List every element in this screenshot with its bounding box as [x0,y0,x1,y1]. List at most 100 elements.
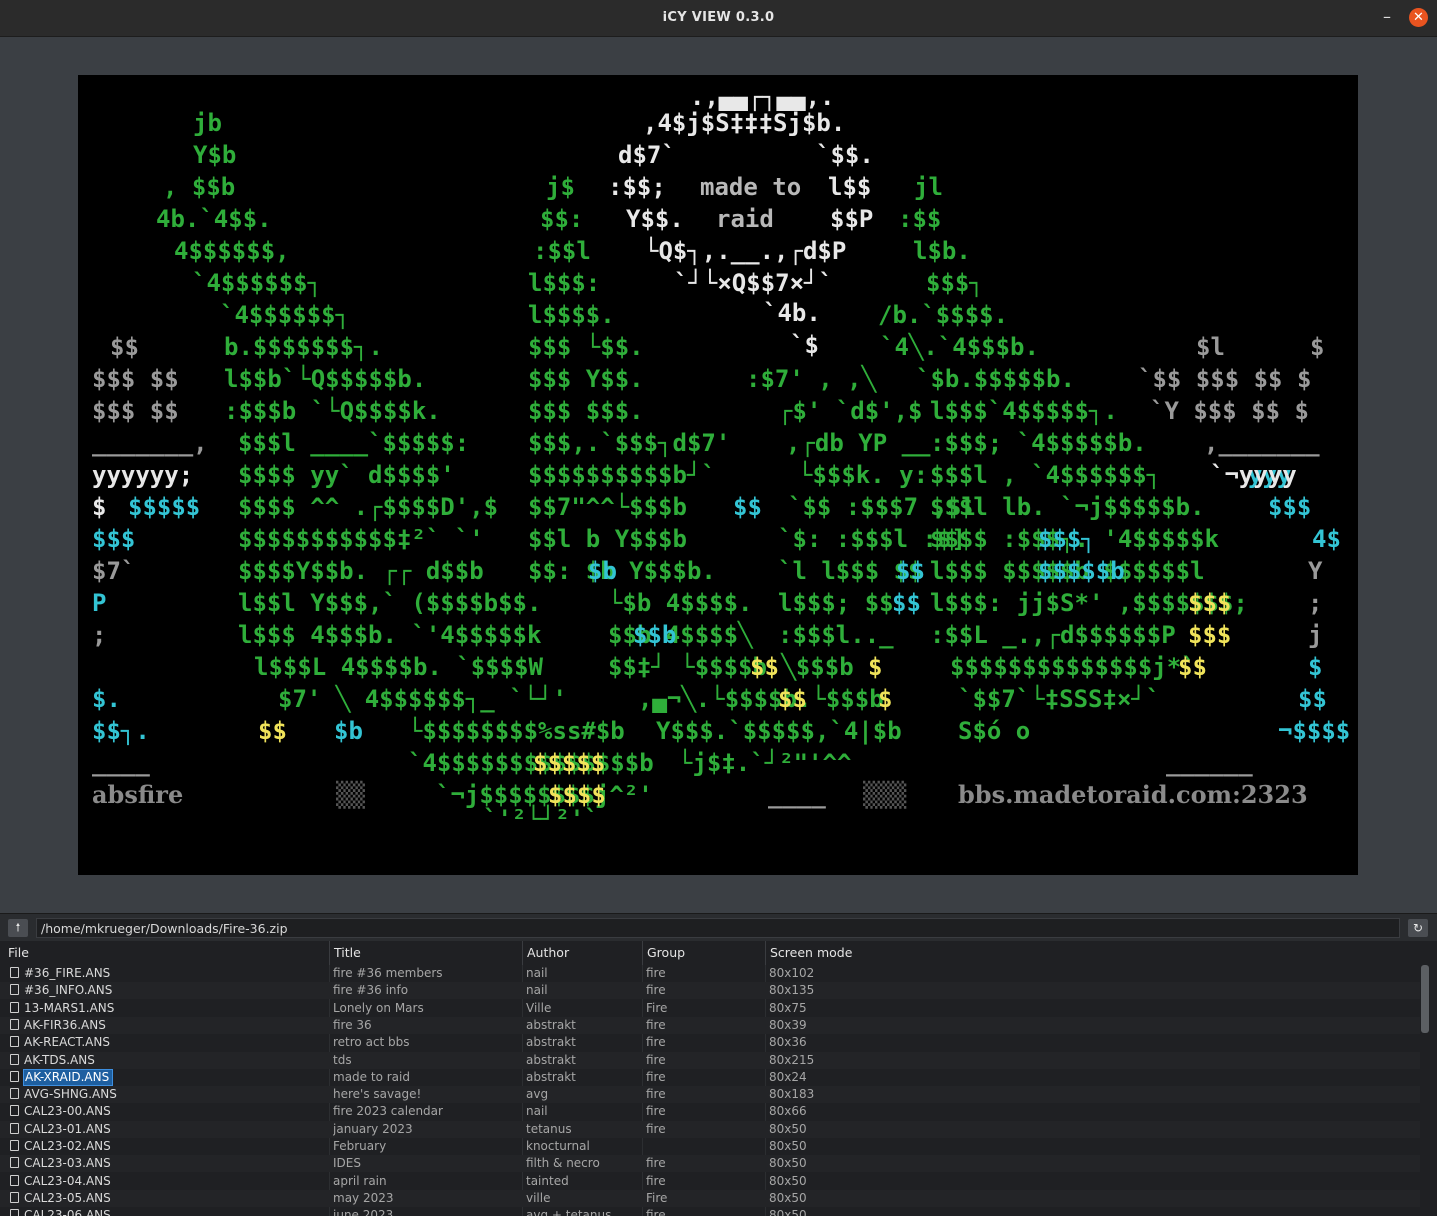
file-cell[interactable]: #36_FIRE.ANS [10,965,320,982]
ansi-art-canvas[interactable]: .,▄▄┌┐▄▄,. ,4$j$S‡‡‡Sj$b. d$7` `$$. :$$; l… [78,75,1358,875]
svg-text:└Q$┐,.__.,┌d$P: └Q$┐,.__.,┌d$P [644,236,846,266]
file-name: CAL23-06.ANS [24,1208,111,1216]
scrollbar-thumb[interactable] [1421,965,1429,1033]
svg-text:$$$$Y$$b. ┌┌ d$$b: $$$$Y$$b. ┌┌ d$$b [238,557,484,586]
file-cell[interactable]: AK-REACT.ANS [10,1034,320,1051]
file-name: CAL23-02.ANS [24,1139,111,1153]
file-cell[interactable]: CAL23-06.ANS [10,1207,320,1216]
svg-text:$$$ $$$.: $$$ $$$. [528,397,644,425]
file-cell[interactable]: AVG-SHNG.ANS [10,1086,320,1103]
file-name: AK-FIR36.ANS [24,1017,106,1032]
svg-text:S$ó o: S$ó o [958,717,1030,745]
svg-text:$$$: $$$ [1268,493,1311,521]
column-header-title[interactable]: Title [329,941,522,965]
svg-text:$$$,.`$$$┐d$7': $$$,.`$$$┐d$7' [528,429,730,458]
table-row[interactable]: #36_INFO.ANS fire #36 info nail fire 80x135 [0,982,1420,1000]
svg-text:$$$ $$: $$$ $$ [92,397,179,425]
svg-text:l$b.: l$b. [913,237,971,265]
svg-text:$$: $$ [896,557,925,585]
group-cell: fire [646,1156,666,1171]
author-cell: ville [526,1190,551,1205]
svg-text:$$$$$b: $$$$$b [1038,557,1125,585]
svg-text:4$: 4$ [1312,525,1341,553]
ansi-viewer-area[interactable]: .,▄▄┌┐▄▄,. ,4$j$S‡‡‡Sj$b. d$7` `$$. :$$; l… [0,37,1437,910]
svg-text:`4$$$$$$┐: `4$$$$$$┐ [192,269,322,298]
svg-text:$7' ╲ 4$$$$$$┐_ `└┘': $7' ╲ 4$$$$$$┐_ `└┘' [278,684,567,714]
title-cell: fire #36 members [333,966,443,980]
refresh-button[interactable]: ↻ [1408,919,1428,937]
svg-text:Y$b: Y$b [193,141,236,169]
file-cell[interactable]: CAL23-05.ANS [10,1190,320,1207]
group-cell: fire [646,1052,666,1067]
column-header-group[interactable]: Group [642,941,765,965]
file-cell[interactable]: AK-TDS.ANS [10,1052,320,1069]
screen-mode-cell: 80x39 [769,1017,807,1032]
table-row[interactable]: CAL23-02.ANS February knocturnal 80x50 [0,1138,1420,1155]
table-row[interactable]: CAL23-04.ANS april rain tainted fire 80x50 [0,1173,1420,1190]
file-cell[interactable]: AK-FIR36.ANS [10,1017,320,1034]
table-row[interactable]: AK-REACT.ANS retro act bbs abstrakt fire 80x… [0,1034,1420,1051]
minimize-button[interactable]: – [1376,6,1398,28]
table-row[interactable]: CAL23-00.ANS fire 2023 calendar nail fire 80… [0,1103,1420,1120]
file-cell[interactable]: #36_INFO.ANS [10,982,320,999]
group-cell: fire [646,1017,666,1032]
file-cell[interactable]: CAL23-01.ANS [10,1121,320,1138]
table-row[interactable]: AK-TDS.ANS tds abstrakt fire 80x215 [0,1051,1420,1069]
group-cell: fire [646,1069,666,1084]
svg-text:¬$$$$: ¬$$$$ [1278,717,1350,745]
file-icon [10,1070,19,1082]
svg-text:$$: $$ [1298,685,1327,713]
group-cell: fire [646,1121,666,1136]
title-cell: February [333,1139,387,1153]
file-cell[interactable]: CAL23-00.ANS [10,1103,320,1120]
group-cell: fire [646,1173,666,1188]
svg-text:`4$$$$$$$$$$$$$$b: `4$$$$$$$$$$$$$$b [408,749,654,777]
svg-text:└$b 4$$$$.: └$b 4$$$$. [608,588,753,617]
table-row[interactable]: AK-FIR36.ANS fire 36 abstrakt fire 80x39 [0,1016,1420,1034]
svg-text:$$$┐: $$$┐ [1038,525,1096,554]
svg-text:`4╲.`4$$$b.: `4╲.`4$$$b. [880,332,1039,361]
path-input[interactable]: /home/mkrueger/Downloads/Fire-36.zip [36,918,1400,938]
group-cell: fire [646,1208,666,1216]
table-row[interactable]: AVG-SHNG.ANS here's savage! avg fire 80x183 [0,1086,1420,1104]
file-cell[interactable]: CAL23-04.ANS [10,1173,320,1190]
column-header-author[interactable]: Author [522,941,642,965]
column-header-screen-mode[interactable]: Screen mode [765,941,1065,965]
screen-mode-cell: 80x102 [769,966,815,980]
table-row[interactable]: 13-MARS1.ANS Lonely on Mars Ville Fire 80x75 [0,1000,1420,1017]
svg-text:l$$b`└Q$$$$$b.: l$$b`└Q$$$$$b. [224,364,426,393]
svg-text::$$;: :$$; [608,173,666,201]
file-cell[interactable]: 13-MARS1.ANS [10,1000,320,1017]
svg-text:______: ______ [1166,749,1253,777]
table-row[interactable]: AK-XRAID.ANS made to raid abstrakt fire 80x2… [0,1068,1420,1086]
file-cell[interactable]: CAL23-03.ANS [10,1155,320,1172]
file-cell[interactable]: AK-XRAID.ANS [10,1068,320,1086]
group-cell: fire [646,983,666,998]
table-row[interactable]: #36_FIRE.ANS fire #36 members nail fire 80x1… [0,965,1420,982]
table-row[interactable]: CAL23-01.ANS january 2023 tetanus fire 80x50 [0,1120,1420,1138]
svg-text:$$: $$ [733,493,762,521]
file-cell[interactable]: CAL23-02.ANS [10,1138,320,1155]
close-button[interactable]: ✕ [1409,8,1428,27]
vertical-scrollbar[interactable] [1421,965,1429,1216]
column-header-file[interactable]: File [4,941,328,965]
file-name: AK-REACT.ANS [24,1035,110,1050]
svg-text:$$$$$$$$$$b┘`: $$$$$$$$$$b┘` [528,460,716,489]
table-row[interactable]: CAL23-06.ANS june 2023 avg + tetanus fire 80… [0,1207,1420,1216]
screen-mode-cell: 80x50 [769,1139,807,1153]
path-bar: 🠕 /home/mkrueger/Downloads/Fire-36.zip ↻ [0,913,1437,941]
svg-text:$: $ [868,653,882,681]
file-icon [10,1018,19,1030]
file-icon [10,1174,19,1186]
group-cell: Fire [646,1000,668,1015]
file-list[interactable]: #36_FIRE.ANS fire #36 members nail fire 80x1… [0,965,1420,1216]
svg-text:.,▄▄┌┐▄▄,.: .,▄▄┌┐▄▄,. [690,83,835,112]
table-row[interactable]: CAL23-03.ANS IDES filth & necro fire 80x50 [0,1155,1420,1173]
table-row[interactable]: CAL23-05.ANS may 2023 ville Fire 80x50 [0,1189,1420,1207]
screen-mode-cell: 80x36 [769,1035,807,1050]
screen-mode-cell: 80x24 [769,1069,807,1084]
title-cell: fire 36 [333,1017,372,1032]
parent-folder-button[interactable]: 🠕 [8,919,28,937]
svg-text:yyyyyy;: yyyyyy; [92,461,193,489]
svg-text:`¬yyyy: `¬yyyy [1210,461,1297,489]
